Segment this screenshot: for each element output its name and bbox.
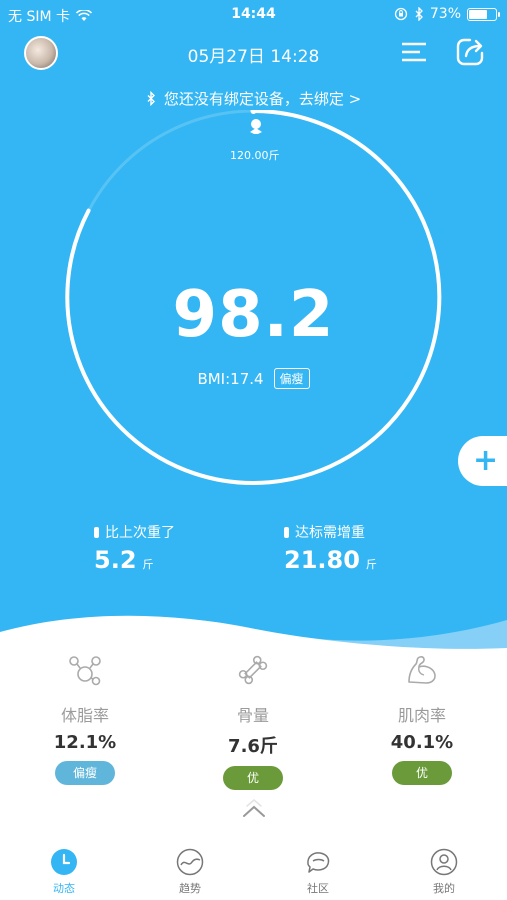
weight-change-label: 比上次重了 [105, 525, 175, 541]
current-weight: 98.2 [172, 278, 335, 352]
profile-icon [430, 848, 458, 876]
body-metrics: 体脂率 12.1% 偏瘦 骨量 7.6斤 优 肌肉率 40.1% 优 [0, 652, 507, 790]
bluetooth-icon [415, 7, 423, 21]
bone-icon [238, 655, 268, 685]
menu-icon[interactable] [400, 40, 428, 64]
target-weight-label: 120.00斤 [230, 149, 280, 162]
metric-value: 40.1% [390, 732, 454, 753]
chevron-up-icon[interactable] [241, 796, 267, 822]
metric-name: 肌肉率 [397, 706, 446, 725]
weight-change-unit: 斤 [142, 558, 154, 571]
tab-label: 趋势 [179, 882, 201, 895]
target-gain-value: 21.80 [284, 546, 360, 574]
add-record-button[interactable]: + [458, 436, 507, 486]
metric-bone-mass[interactable]: 骨量 7.6斤 优 [193, 652, 313, 790]
stat-marker [94, 526, 99, 538]
target-gain-stat: 达标需增重 21.80 斤 [284, 522, 377, 574]
tab-label: 社区 [307, 882, 329, 895]
metric-value: 7.6斤 [228, 736, 278, 757]
battery-icon [467, 7, 500, 21]
battery-percent: 73% [429, 6, 461, 22]
tab-bar: 动态 趋势 社区 我的 [0, 842, 507, 900]
trend-icon [176, 848, 204, 876]
weight-change-value: 5.2 [94, 546, 137, 574]
metric-name: 体脂率 [60, 706, 109, 725]
body-fat-icon [69, 656, 101, 686]
clock-icon [51, 849, 77, 875]
hero-panel: 无 SIM 卡 14:44 73% 05月27日 14:28 您还没有绑定设备，… [0, 0, 507, 660]
battery-fill [469, 9, 487, 19]
metric-status-badge: 偏瘦 [55, 761, 115, 785]
tab-community[interactable]: 社区 [278, 848, 358, 896]
target-gain-label: 达标需增重 [295, 525, 365, 541]
metric-status-badge: 优 [223, 766, 283, 790]
metric-value: 12.1% [53, 732, 117, 753]
share-icon[interactable] [455, 37, 485, 67]
metric-name: 骨量 [236, 706, 269, 725]
header-datetime[interactable]: 05月27日 14:28 [0, 42, 507, 67]
muscle-icon [408, 656, 436, 684]
orientation-lock-icon [394, 7, 408, 21]
tab-profile[interactable]: 我的 [404, 848, 484, 896]
bind-device-banner[interactable]: 您还没有绑定设备，去绑定 > [0, 88, 507, 109]
metric-status-badge: 优 [392, 761, 452, 785]
bmi-status-badge: 偏瘦 [273, 368, 310, 389]
metric-muscle-rate[interactable]: 肌肉率 40.1% 优 [362, 652, 482, 785]
tab-label: 动态 [53, 882, 75, 895]
metric-body-fat[interactable]: 体脂率 12.1% 偏瘦 [25, 652, 145, 785]
community-icon [307, 852, 330, 873]
bluetooth-icon [147, 91, 155, 106]
target-marker-icon [250, 110, 262, 134]
wave-divider [0, 615, 507, 660]
stat-marker [284, 526, 289, 538]
weight-change-stat: 比上次重了 5.2 斤 [94, 522, 175, 574]
tab-trend[interactable]: 趋势 [150, 848, 230, 896]
bmi-value: BMI:17.4 [197, 369, 264, 388]
bmi-row: BMI:17.4 偏瘦 [0, 368, 507, 389]
tab-activity[interactable]: 动态 [24, 848, 104, 896]
tab-label: 我的 [433, 882, 455, 895]
target-gain-unit: 斤 [365, 558, 377, 571]
bind-device-text: 您还没有绑定设备，去绑定 > [163, 90, 362, 108]
status-bar: 无 SIM 卡 14:44 73% [0, 0, 507, 28]
